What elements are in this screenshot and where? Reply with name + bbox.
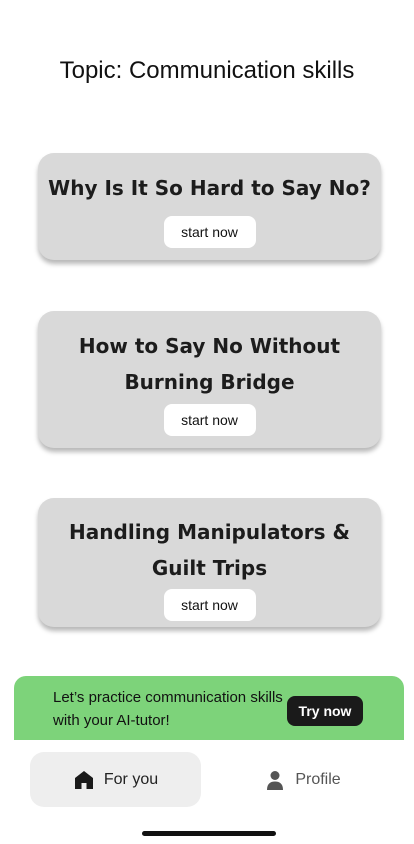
person-icon (264, 769, 286, 791)
tab-label: For you (103, 770, 159, 788)
lesson-card-title: Handling Manipulators & Guilt Trips (69, 520, 350, 580)
lesson-card-title: How to Say No Without Burning Bridge (78, 334, 341, 394)
tab-label: Profile (295, 770, 341, 788)
start-now-button[interactable]: start now (163, 216, 256, 248)
start-now-button[interactable]: start now (163, 589, 256, 621)
bottom-nav: For you Profile (14, 740, 404, 844)
tab-for-you[interactable]: For you (30, 752, 201, 807)
lesson-card-burning-bridge[interactable]: How to Say No Without Burning Bridge sta… (38, 311, 381, 448)
home-indicator[interactable] (142, 831, 276, 836)
ai-tutor-promo-banner: Let’s practice communication skills with… (14, 676, 404, 740)
lesson-card-title: Why Is It So Hard to Say No? (48, 176, 371, 200)
tab-profile[interactable]: Profile (217, 752, 388, 807)
home-icon (73, 769, 95, 791)
page-title: Topic: Communication skills (59, 57, 355, 84)
start-now-button[interactable]: start now (163, 404, 256, 436)
promo-text: Let’s practice communication skills with… (53, 689, 283, 729)
lesson-card-manipulators[interactable]: Handling Manipulators & Guilt Trips star… (38, 498, 381, 627)
try-now-button[interactable]: Try now (287, 696, 363, 726)
lesson-card-say-no[interactable]: Why Is It So Hard to Say No? start now (38, 153, 381, 260)
